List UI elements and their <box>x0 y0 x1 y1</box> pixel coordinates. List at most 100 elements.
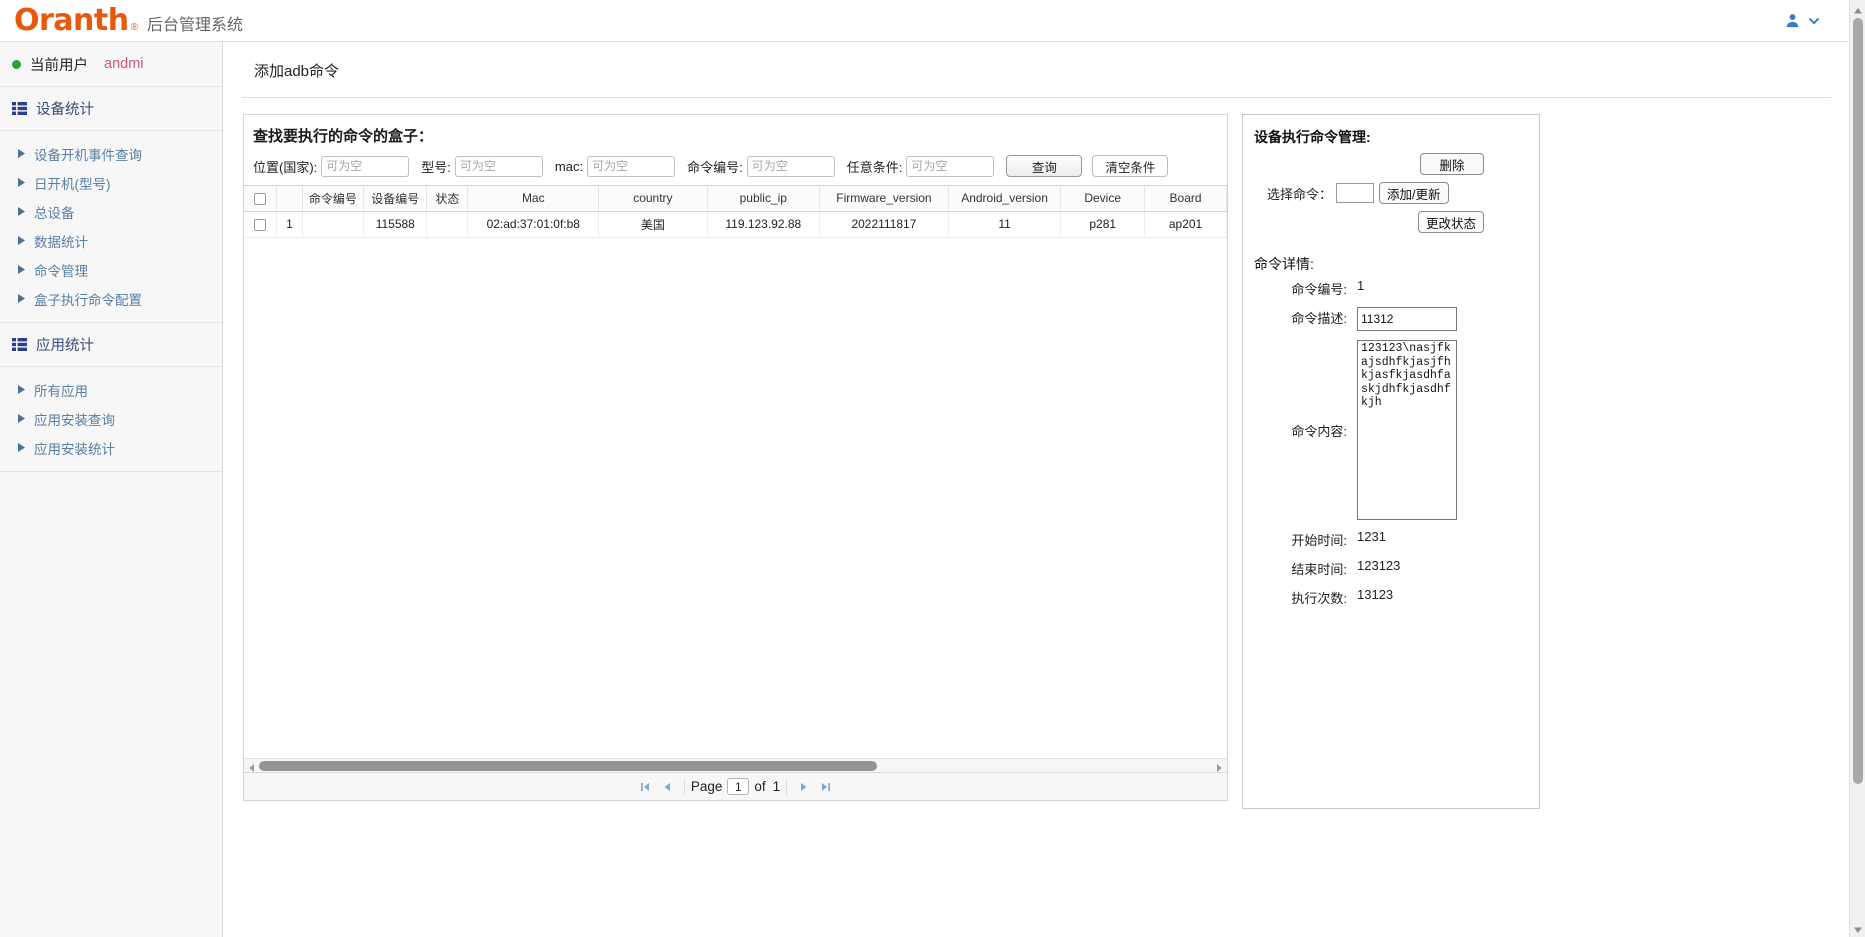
chevron-down-icon[interactable] <box>1807 14 1821 28</box>
delete-button[interactable]: 删除 <box>1420 153 1484 175</box>
command-content-textarea[interactable] <box>1357 340 1457 520</box>
results-table: 命令编号 设备编号 状态 Mac country public_ip Firmw… <box>244 186 1227 238</box>
col-android-version: Android_version <box>948 186 1062 212</box>
any-condition-input[interactable] <box>906 155 995 177</box>
page-number-input[interactable] <box>727 778 750 795</box>
col-device: Device <box>1060 186 1146 212</box>
triangle-right-icon <box>18 207 34 216</box>
sidebar-group-header-device-stats[interactable]: 设备统计 <box>0 87 222 131</box>
sidebar-item-app-install-stats[interactable]: 应用安装统计 <box>0 433 222 462</box>
results-grid: 命令编号 设备编号 状态 Mac country public_ip Firmw… <box>244 185 1227 772</box>
current-user-label: 当前用户 <box>30 57 88 74</box>
detail-command-id-label: 命令编号: <box>1291 282 1347 297</box>
sidebar-item-app-install-query[interactable]: 应用安装查询 <box>0 404 222 433</box>
content-area: 添加adb命令 查找要执行的命令的盒子： 位置(国家): 型号: mac: 命令… <box>224 42 1849 937</box>
sidebar-item-daily-boot-model[interactable]: 日开机(型号) <box>0 168 222 197</box>
sidebar-group-title: 应用统计 <box>36 338 94 354</box>
triangle-right-icon <box>18 385 34 394</box>
triangle-right-icon <box>18 236 34 245</box>
sidebar-item-label: 日开机(型号) <box>34 176 111 192</box>
cell-firmware-version: 2022111817 <box>819 211 949 238</box>
cell-row-index: 1 <box>276 211 303 238</box>
current-user-name: andmi <box>104 56 144 72</box>
command-id-input[interactable] <box>746 155 835 177</box>
app-root: Oranth ® 后台管理系统 当前用户 andmi 设备统计 设备开机事件查询… <box>0 0 1865 937</box>
cell-mac: 02:ad:37:01:0f:b8 <box>467 211 600 238</box>
detail-exec-count-label: 执行次数: <box>1291 591 1347 606</box>
country-label: 位置(国家): <box>253 159 318 175</box>
mac-input[interactable] <box>587 155 676 177</box>
delete-row: 删除 <box>1243 153 1539 175</box>
detail-description-label: 命令描述: <box>1291 311 1347 326</box>
any-condition-label: 任意条件: <box>846 159 903 175</box>
first-page-icon[interactable] <box>634 777 656 797</box>
sidebar-item-box-command-config[interactable]: 盒子执行命令配置 <box>0 284 222 313</box>
col-mac: Mac <box>467 186 600 212</box>
window-scrollbar-thumb[interactable] <box>1853 18 1863 784</box>
next-page-icon[interactable] <box>793 777 815 797</box>
table-row[interactable]: 1 115588 02:ad:37:01:0f:b8 美国 119.123.92… <box>244 211 1227 238</box>
row-checkbox[interactable] <box>254 218 267 231</box>
triangle-right-icon <box>18 443 34 452</box>
sidebar-item-total-devices[interactable]: 总设备 <box>0 197 222 226</box>
select-command-input[interactable] <box>1336 183 1375 203</box>
cell-status <box>426 211 469 238</box>
scroll-up-arrow-icon[interactable] <box>1853 4 1863 14</box>
of-label: of <box>754 779 766 794</box>
sidebar-group-header-app-stats[interactable]: 应用统计 <box>0 323 222 367</box>
sidebar-item-label: 数据统计 <box>34 234 88 250</box>
sidebar-item-data-stats[interactable]: 数据统计 <box>0 226 222 255</box>
command-description-input[interactable] <box>1357 307 1457 331</box>
clear-conditions-button[interactable]: 清空条件 <box>1092 155 1169 177</box>
cell-device-id: 115588 <box>363 211 428 238</box>
pagination-bar: Page of 1 <box>244 772 1227 800</box>
horizontal-scrollbar-thumb[interactable] <box>259 761 877 771</box>
mac-label: mac: <box>554 158 584 174</box>
col-device-id: 设备编号 <box>363 186 428 212</box>
last-page-icon[interactable] <box>815 777 837 797</box>
search-button[interactable]: 查询 <box>1006 155 1083 177</box>
country-input[interactable] <box>321 155 410 177</box>
cell-android-version: 11 <box>948 211 1062 238</box>
scroll-left-arrow-icon[interactable] <box>247 761 257 772</box>
registered-mark-icon: ® <box>130 21 138 33</box>
sidebar: 当前用户 andmi 设备统计 设备开机事件查询 日开机(型号) 总设备 数据统… <box>0 42 223 937</box>
triangle-right-icon <box>18 294 34 303</box>
detail-content-row: 命令内容: <box>1243 340 1539 529</box>
select-command-label: 选择命令： <box>1267 186 1333 202</box>
user-icon[interactable] <box>1785 13 1800 28</box>
change-status-button[interactable]: 更改状态 <box>1417 211 1484 233</box>
sidebar-item-label: 所有应用 <box>34 383 88 399</box>
command-management-heading: 设备执行命令管理: <box>1254 129 1371 145</box>
cell-board: ap201 <box>1144 211 1227 238</box>
detail-command-id-value: 1 <box>1357 278 1365 293</box>
prev-page-icon[interactable] <box>656 777 678 797</box>
triangle-right-icon <box>18 178 34 187</box>
row-select-cell[interactable] <box>244 211 278 238</box>
sidebar-group-title: 设备统计 <box>36 102 94 118</box>
detail-start-time-label: 开始时间: <box>1291 533 1347 548</box>
brand-logo: Oranth <box>14 2 129 38</box>
horizontal-scrollbar[interactable] <box>244 758 1227 772</box>
select-all-header[interactable] <box>244 186 278 212</box>
online-status-dot-icon <box>12 59 21 69</box>
sidebar-item-command-management[interactable]: 命令管理 <box>0 255 222 284</box>
top-bar-right <box>1785 13 1849 28</box>
select-all-checkbox[interactable] <box>254 193 267 206</box>
scroll-down-arrow-icon[interactable] <box>1853 923 1863 933</box>
detail-content-label: 命令内容: <box>1291 423 1347 439</box>
model-input[interactable] <box>454 155 543 177</box>
scroll-right-arrow-icon[interactable] <box>1214 761 1224 772</box>
cell-public-ip: 119.123.92.88 <box>707 211 821 238</box>
add-update-button[interactable]: 添加/更新 <box>1379 182 1449 204</box>
brand: Oranth ® 后台管理系统 <box>0 2 243 38</box>
search-panel: 查找要执行的命令的盒子： 位置(国家): 型号: mac: 命令编号: 任意条件… <box>243 114 1228 801</box>
change-status-row: 更改状态 <box>1243 211 1539 233</box>
window-vertical-scrollbar[interactable] <box>1849 0 1865 937</box>
sidebar-item-label: 设备开机事件查询 <box>34 147 142 163</box>
brand-subtitle: 后台管理系统 <box>146 16 243 34</box>
sidebar-item-all-apps[interactable]: 所有应用 <box>0 375 222 404</box>
sidebar-item-boot-event-query[interactable]: 设备开机事件查询 <box>0 139 222 168</box>
cell-command-id <box>302 211 365 238</box>
row-number-header <box>276 186 303 212</box>
